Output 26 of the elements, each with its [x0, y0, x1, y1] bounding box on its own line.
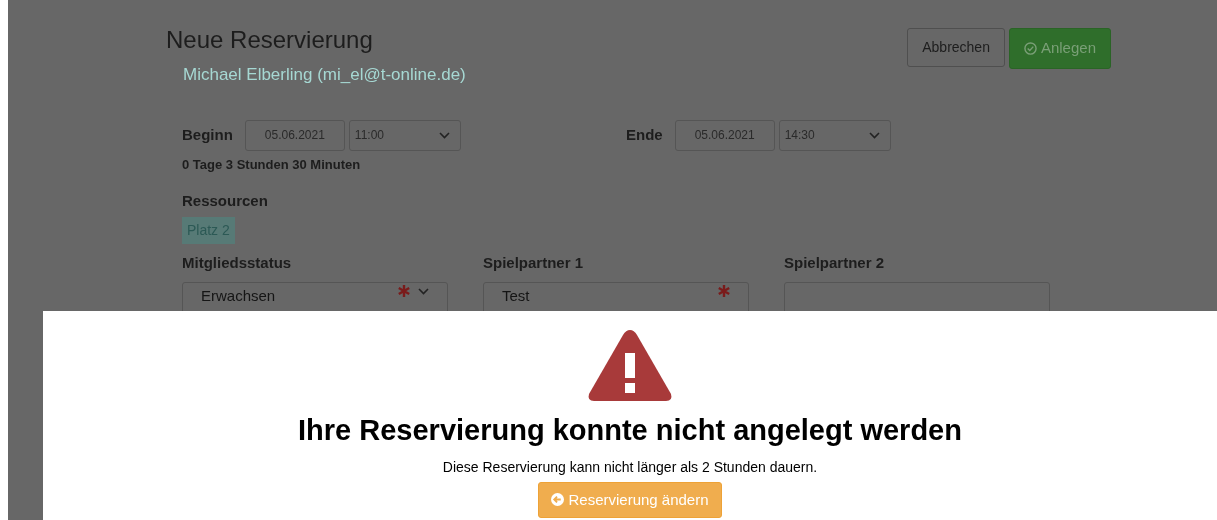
- field-label: Ressourcen: [182, 191, 269, 211]
- time-select[interactable]: 11:00: [348, 119, 461, 151]
- user-name: Michael Elberling (mi_el@t-online.de): [183, 64, 466, 86]
- warning-icon: [587, 328, 673, 403]
- create-button[interactable]: Anlegen: [1008, 28, 1111, 69]
- dialog-message: Diese Reservierung kann nicht länger als 2 Stunden dauern.: [442, 457, 818, 477]
- field-label: Spielpartner 2: [784, 252, 886, 273]
- required-icon: [718, 285, 730, 297]
- check-circle-icon: [1023, 41, 1037, 55]
- field-label: Beginn: [182, 124, 233, 145]
- duration-text: 0 Tage 3 Stunden 30 Minuten: [181, 155, 362, 174]
- time-select[interactable]: 14:30: [778, 119, 891, 151]
- date-field[interactable]: 05.06.2021: [674, 119, 775, 151]
- caret-icon: [418, 287, 429, 295]
- caret-icon: [868, 131, 880, 139]
- field-label: Ende: [626, 124, 663, 145]
- dialog-title: Ihre Reservierung konnte nicht angelegt werden: [298, 413, 962, 448]
- page-title: Neue Reservierung: [166, 25, 374, 55]
- arrow-left-icon: [551, 493, 565, 507]
- date-field[interactable]: 05.06.2021: [244, 119, 345, 151]
- cancel-button[interactable]: Abbrechen: [907, 28, 1005, 67]
- required-icon: [398, 285, 410, 297]
- field-label: Spielpartner 1: [483, 252, 585, 273]
- field-label: Mitgliedsstatus: [182, 252, 293, 273]
- caret-icon: [438, 131, 450, 139]
- change-reservation-button[interactable]: Reservierung ändern: [538, 481, 722, 518]
